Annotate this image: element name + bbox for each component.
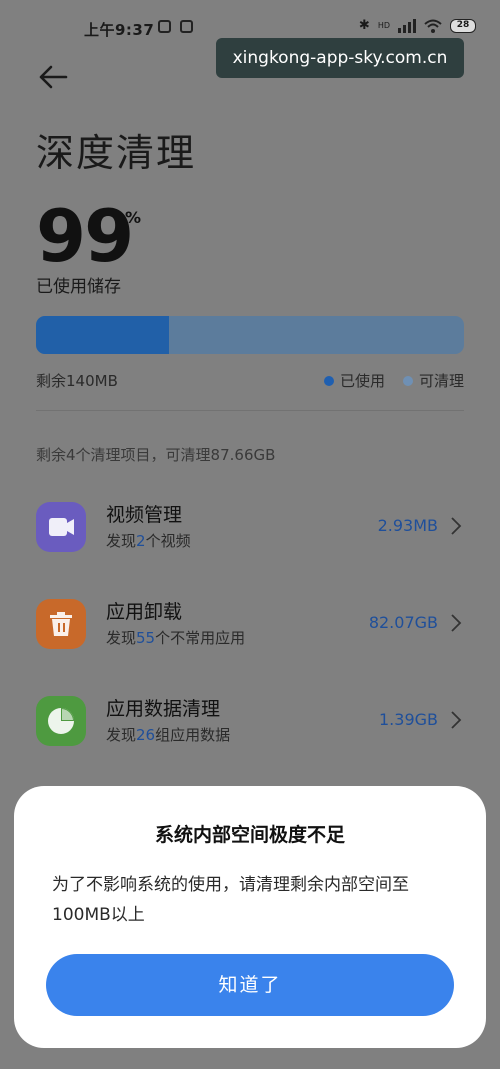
storage-warning-dialog: 系统内部空间极度不足 为了不影响系统的使用，请清理剩余内部空间至100MB以上 … — [14, 786, 486, 1048]
battery-icon: 28 — [450, 18, 476, 33]
signal-icon — [398, 18, 416, 33]
bluetooth-icon: ✱ — [358, 18, 370, 33]
notification-icon — [158, 20, 171, 33]
chevron-right-icon — [451, 517, 462, 535]
desc-prefix: 发现 — [106, 726, 137, 744]
legend-cleanable-label: 可清理 — [418, 372, 464, 390]
status-time: 上午9:37 — [84, 21, 155, 39]
legend-used-dot — [323, 375, 334, 386]
pie-chart-icon — [36, 696, 86, 746]
clean-item-app-data[interactable]: 应用数据清理 发现26组应用数据 1.39GB — [36, 692, 464, 752]
back-arrow-icon[interactable] — [38, 62, 68, 92]
got-it-button[interactable]: 知道了 — [46, 954, 454, 1016]
hd-label: HD — [377, 21, 390, 30]
notification-icon — [180, 20, 193, 33]
legend-used-label: 已使用 — [339, 372, 385, 390]
trash-icon — [36, 599, 86, 649]
legend-cleanable-dot — [402, 375, 413, 386]
status-icons: ✱ HD 28 — [359, 18, 476, 33]
divider — [36, 410, 464, 411]
desc-prefix: 发现 — [106, 532, 137, 550]
item-size: 2.93MB — [377, 516, 438, 535]
item-size: 82.07GB — [368, 613, 438, 632]
storage-remaining: 剩余140MB — [36, 372, 118, 390]
item-description: 发现26组应用数据 — [106, 724, 230, 745]
item-name: 应用数据清理 — [106, 698, 221, 720]
dialog-title: 系统内部空间极度不足 — [154, 824, 345, 846]
item-name: 视频管理 — [106, 504, 183, 526]
desc-suffix: 个视频 — [145, 532, 191, 550]
storage-legend: 已使用 可清理 — [323, 370, 464, 391]
watermark: xingkong-app-sky.com.cn — [216, 38, 464, 78]
item-description: 发现55个不常用应用 — [106, 627, 245, 648]
clean-item-uninstall[interactable]: 应用卸载 发现55个不常用应用 82.07GB — [36, 595, 464, 655]
chevron-right-icon — [451, 711, 462, 729]
wifi-icon — [424, 19, 442, 33]
dialog-message: 为了不影响系统的使用，请清理剩余内部空间至100MB以上 — [52, 875, 409, 925]
clean-summary: 剩余4个清理项目，可清理87.66GB — [36, 446, 276, 464]
desc-count: 26 — [136, 726, 156, 744]
item-size: 1.39GB — [379, 710, 438, 729]
desc-prefix: 发现 — [106, 629, 137, 647]
video-icon — [36, 502, 86, 552]
item-description: 发现2个视频 — [106, 530, 191, 551]
desc-count: 2 — [136, 532, 146, 550]
item-name: 应用卸载 — [106, 601, 183, 623]
storage-bar-used — [36, 316, 169, 354]
storage-bar — [36, 316, 464, 354]
storage-used-label: 已使用储存 — [36, 277, 121, 297]
desc-suffix: 组应用数据 — [155, 726, 231, 744]
storage-percent: 99 — [36, 194, 134, 278]
chevron-right-icon — [451, 614, 462, 632]
clean-item-video[interactable]: 视频管理 发现2个视频 2.93MB — [36, 498, 464, 558]
desc-count: 55 — [136, 629, 156, 647]
page-title: 深度清理 — [36, 131, 197, 175]
percent-sign: % — [125, 208, 142, 227]
deep-clean-page: 上午9:37 ✱ HD 28 xingkong-app-sky.com.cn 深… — [0, 0, 500, 1069]
desc-suffix: 个不常用应用 — [155, 629, 246, 647]
